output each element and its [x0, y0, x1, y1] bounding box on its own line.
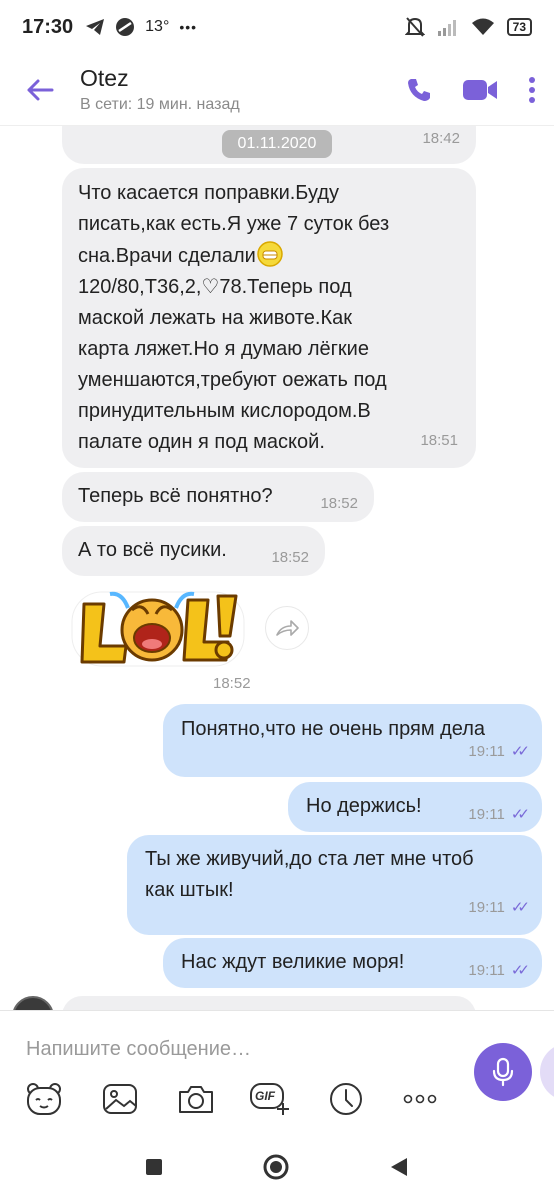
image-icon: [103, 1084, 137, 1114]
message-text: Ты же живучий,до ста лет мне чтоб как шт…: [145, 848, 474, 901]
more-vertical-icon[interactable]: [528, 76, 536, 103]
message-time: 18:52: [271, 549, 309, 566]
message-bubble-incoming[interactable]: Что касается поправки.Буду писать,как ес…: [62, 168, 476, 468]
wifi-icon: [471, 18, 494, 35]
recents-square-icon[interactable]: [145, 1158, 163, 1176]
phone-icon[interactable]: [406, 77, 432, 103]
share-arrow-icon: [276, 620, 299, 636]
clock-icon: [330, 1083, 362, 1115]
sticker-button[interactable]: [22, 1077, 66, 1121]
gallery-button[interactable]: [98, 1077, 142, 1121]
no-entry-icon: [116, 18, 135, 36]
battery-indicator: 73: [506, 18, 532, 36]
composer-toolbar: GIF: [0, 1077, 470, 1127]
message-text: А то всё пусики.: [78, 539, 227, 561]
system-nav-bar: [0, 1134, 554, 1200]
camera-button[interactable]: [174, 1077, 218, 1121]
back-triangle-icon[interactable]: [389, 1156, 409, 1178]
message-time: 19:11: [468, 962, 505, 979]
schedule-button[interactable]: [324, 1077, 368, 1121]
voice-message-button[interactable]: [474, 1043, 532, 1101]
message-composer: GIF: [0, 1010, 554, 1134]
message-bubble-incoming[interactable]: [62, 996, 476, 1010]
read-ticks-icon: ✓✓: [510, 806, 530, 823]
more-horizontal-icon: [403, 1094, 437, 1104]
message-text: Что касается поправки.Буду писать,как ес…: [78, 182, 390, 453]
avatar[interactable]: [12, 996, 54, 1010]
message-bubble-outgoing[interactable]: Понятно,что не очень прям дела 19:11 ✓✓: [163, 704, 542, 777]
contact-name: Otez: [80, 65, 129, 91]
read-ticks-icon: ✓✓: [510, 962, 530, 979]
home-circle-icon[interactable]: [263, 1154, 289, 1180]
message-text: Теперь всё понятно?: [78, 485, 273, 507]
contact-last-seen: В сети: 19 мин. назад: [80, 96, 240, 113]
chat-header: Otez В сети: 19 мин. назад: [0, 54, 554, 126]
lol-sticker-image: [71, 591, 245, 667]
message-time: 19:11: [468, 806, 505, 823]
arrow-left-icon: [27, 79, 54, 100]
message-time: 19:11: [468, 743, 505, 760]
message-time: 18:51: [420, 432, 458, 449]
temperature-text: 13°: [145, 18, 170, 35]
read-ticks-icon: ✓✓: [510, 899, 530, 916]
message-bubble-incoming[interactable]: Теперь всё понятно? 18:52: [62, 472, 374, 522]
more-notifications-icon: •••: [179, 19, 198, 35]
message-text: Нас ждут великие моря!: [181, 951, 405, 973]
forward-button[interactable]: [265, 606, 309, 650]
message-time: 18:52: [320, 495, 358, 512]
grin-emoji-icon: [257, 241, 283, 267]
message-list[interactable]: 18:42 01.11.2020 Что касается поправки.Б…: [0, 126, 554, 1010]
contact-info[interactable]: Otez В сети: 19 мин. назад: [80, 65, 240, 114]
message-bubble-outgoing[interactable]: Но держись! 19:11 ✓✓: [288, 782, 542, 832]
secondary-action-button[interactable]: [540, 1043, 554, 1101]
message-text: Но держись!: [306, 795, 422, 817]
video-call-icon[interactable]: [462, 78, 498, 102]
message-input[interactable]: [26, 1029, 456, 1069]
sticker-time: 18:52: [213, 675, 251, 692]
status-time: 17:30: [22, 15, 74, 38]
message-bubble-incoming[interactable]: А то всё пусики. 18:52: [62, 526, 325, 576]
message-bubble-outgoing[interactable]: Нас ждут великие моря! 19:11 ✓✓: [163, 938, 542, 988]
more-options-button[interactable]: [398, 1077, 442, 1121]
date-separator: 01.11.2020: [222, 130, 332, 158]
status-bar: 17:30 13° ••• 73: [0, 0, 554, 54]
gif-button[interactable]: GIF: [248, 1077, 292, 1121]
lol-sticker[interactable]: [70, 588, 246, 670]
bell-muted-icon: [404, 17, 425, 37]
camera-icon: [179, 1086, 213, 1113]
gif-label: GIF: [255, 1089, 275, 1103]
bear-sticker-icon: [27, 1083, 61, 1115]
back-button[interactable]: [0, 54, 80, 126]
read-ticks-icon: ✓✓: [510, 743, 530, 760]
message-time: 18:42: [422, 130, 460, 147]
telegram-icon: [86, 19, 105, 35]
microphone-icon: [492, 1057, 514, 1087]
signal-icon: [437, 20, 456, 36]
message-bubble-outgoing[interactable]: Ты же живучий,до ста лет мне чтоб как шт…: [127, 835, 542, 935]
message-time: 19:11: [468, 899, 505, 916]
